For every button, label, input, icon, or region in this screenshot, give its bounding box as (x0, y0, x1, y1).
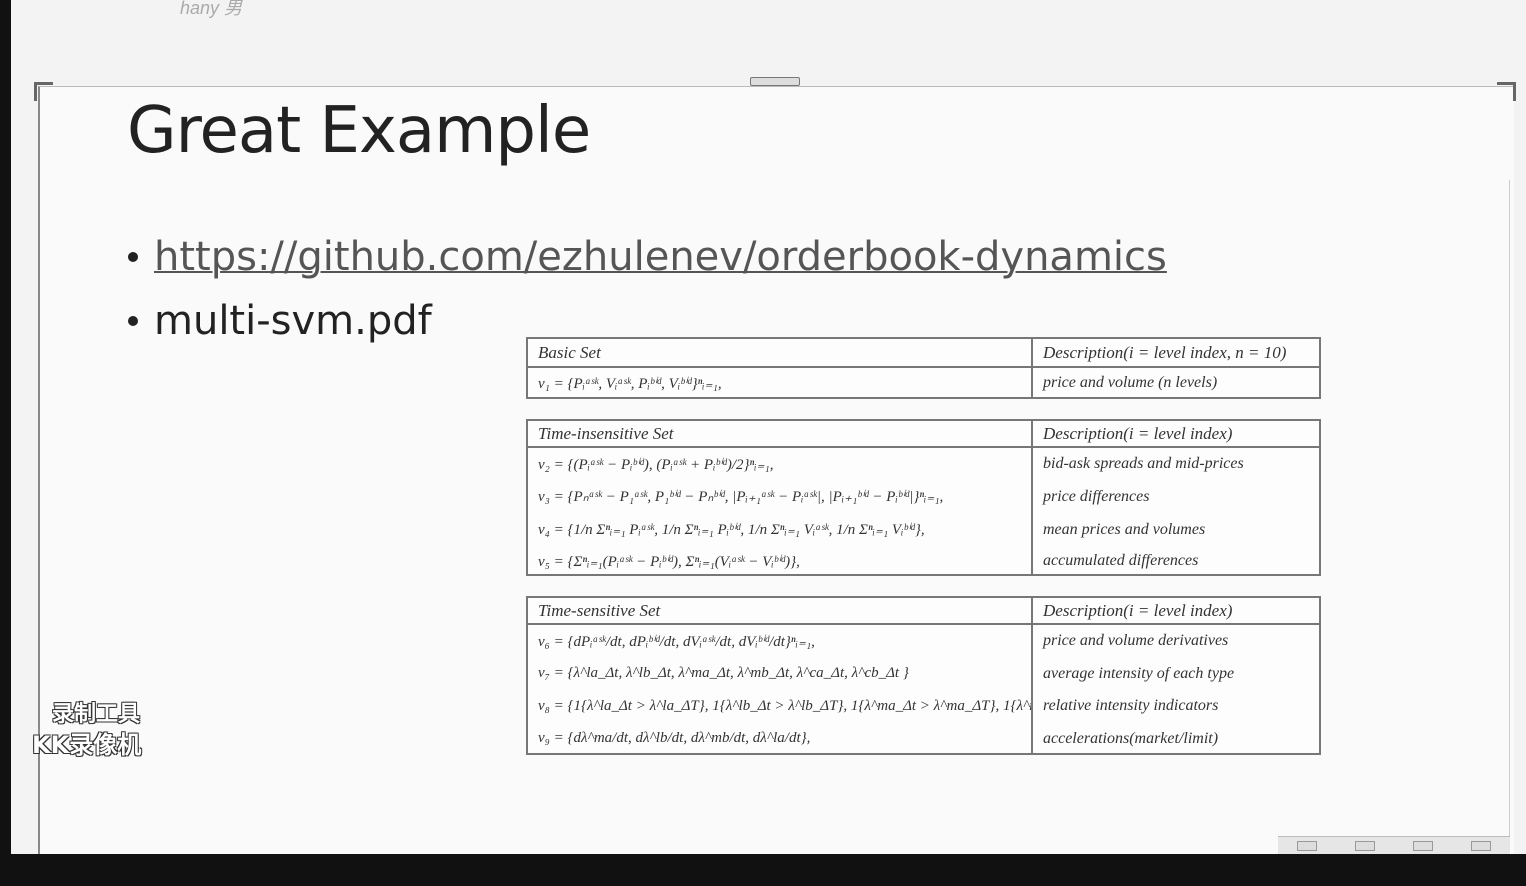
table-row: v₅ = {Σⁿᵢ₌₁(Pᵢᵃˢᵏ − Pᵢᵇⁱᵈ), Σⁿᵢ₌₁(Vᵢᵃˢᵏ … (528, 546, 1319, 576)
bullet-dot-icon (128, 252, 138, 262)
table-desc: relative intensity indicators (1043, 697, 1219, 714)
table-header-desc: Description(i = level index) (1043, 600, 1233, 620)
table-desc: accelerations(market/limit) (1043, 729, 1219, 747)
feature-table-time-insensitive: Time-insensitive Set Description(i = lev… (526, 419, 1321, 576)
slide-title: Great Example (127, 94, 591, 168)
slideshow-view-icon[interactable] (1471, 841, 1491, 851)
resize-handle-top[interactable] (750, 77, 800, 86)
table-header: Time-insensitive Set Description(i = lev… (528, 421, 1319, 448)
table-header-set: Basic Set (528, 339, 1033, 366)
table-formula: v₈ = {1{λ^la_Δt > λ^la_ΔT}, 1{λ^lb_Δt > … (528, 690, 1033, 722)
notes-view-icon[interactable] (1297, 841, 1317, 851)
table-formula: v₄ = {1/n Σⁿᵢ₌₁ Pᵢᵃˢᵏ, 1/n Σⁿᵢ₌₁ Pᵢᵇⁱᵈ, … (528, 513, 1033, 546)
screen: hany 男 Great Example https://github.com/… (0, 0, 1526, 886)
feature-table-time-sensitive: Time-sensitive Set Description(i = level… (526, 596, 1321, 755)
watermark-line-2: KK录像机 (32, 731, 142, 759)
github-link[interactable]: https://github.com/ezhulenev/orderbook-d… (154, 234, 1167, 280)
table-formula: v₅ = {Σⁿᵢ₌₁(Pᵢᵃˢᵏ − Pᵢᵇⁱᵈ), Σⁿᵢ₌₁(Vᵢᵃˢᵏ … (528, 546, 1033, 576)
sorter-view-icon[interactable] (1413, 841, 1433, 851)
table-desc: average intensity of each type (1043, 664, 1235, 682)
table-header-desc: Description(i = level index) (1043, 423, 1233, 443)
table-row: v₄ = {1/n Σⁿᵢ₌₁ Pᵢᵃˢᵏ, 1/n Σⁿᵢ₌₁ Pᵢᵇⁱᵈ, … (528, 513, 1319, 546)
table-desc: price and volume derivatives (1043, 632, 1229, 649)
table-row: v₃ = {Pₙᵃˢᵏ − P₁ᵃˢᵏ, P₁ᵇⁱᵈ − Pₙᵇⁱᵈ, |Pᵢ₊… (528, 480, 1319, 513)
table-row: v₁ = {Pᵢᵃˢᵏ, Vᵢᵃˢᵏ, Pᵢᵇⁱᵈ, Vᵢᵇⁱᵈ}ⁿᵢ₌₁, p… (528, 368, 1319, 398)
table-formula: v₃ = {Pₙᵃˢᵏ − P₁ᵃˢᵏ, P₁ᵇⁱᵈ − Pₙᵇⁱᵈ, |Pᵢ₊… (528, 480, 1033, 513)
table-formula: v₆ = {dPᵢᵃˢᵏ/dt, dPᵢᵇⁱᵈ/dt, dVᵢᵃˢᵏ/dt, d… (528, 625, 1033, 657)
table-header: Basic Set Description(i = level index, n… (528, 339, 1319, 368)
table-row: v₆ = {dPᵢᵃˢᵏ/dt, dPᵢᵇⁱᵈ/dt, dVᵢᵃˢᵏ/dt, d… (528, 625, 1319, 657)
table-row: v₈ = {1{λ^la_Δt > λ^la_ΔT}, 1{λ^lb_Δt > … (528, 690, 1319, 722)
background-ghost-text: hany 男 (180, 0, 243, 18)
table-formula: v₁ = {Pᵢᵃˢᵏ, Vᵢᵃˢᵏ, Pᵢᵇⁱᵈ, Vᵢᵇⁱᵈ}ⁿᵢ₌₁, (528, 368, 1033, 398)
table-header: Time-sensitive Set Description(i = level… (528, 598, 1319, 625)
bullet-item-link: https://github.com/ezhulenev/orderbook-d… (128, 234, 1167, 280)
table-header-set: Time-sensitive Set (528, 598, 1033, 623)
selection-corner-top-right[interactable] (1497, 82, 1516, 101)
table-desc: mean prices and volumes (1043, 520, 1206, 538)
watermark-line-1: 录制工具 (52, 702, 141, 727)
left-window-edge (0, 0, 11, 886)
view-toolbar (1278, 836, 1510, 855)
table-formula: v₂ = {(Pᵢᵃˢᵏ − Pᵢᵇⁱᵈ), (Pᵢᵃˢᵏ + Pᵢᵇⁱᵈ)/2… (528, 448, 1033, 480)
table-desc: accumulated differences (1043, 552, 1199, 569)
bullet-item-pdf: multi-svm.pdf (128, 298, 432, 344)
feature-table-basic: Basic Set Description(i = level index, n… (526, 337, 1321, 399)
table-desc: price and volume (n levels) (1043, 374, 1218, 391)
table-desc: price differences (1043, 487, 1150, 505)
selection-corner-top-left[interactable] (34, 82, 53, 101)
bottom-window-edge (0, 854, 1526, 886)
normal-view-icon[interactable] (1355, 841, 1375, 851)
table-formula: v₉ = {dλ^ma/dt, dλ^lb/dt, dλ^mb/dt, dλ^l… (528, 722, 1033, 755)
table-desc: bid-ask spreads and mid-prices (1043, 455, 1244, 472)
table-header-desc: Description(i = level index, n = 10) (1043, 342, 1287, 362)
table-header-set: Time-insensitive Set (528, 421, 1033, 446)
table-row: v₇ = {λ^la_Δt, λ^lb_Δt, λ^ma_Δt, λ^mb_Δt… (528, 657, 1319, 690)
bullet-dot-icon (128, 316, 138, 326)
recorder-watermark: 录制工具 KK录像机 (32, 700, 141, 760)
table-row: v₂ = {(Pᵢᵃˢᵏ − Pᵢᵇⁱᵈ), (Pᵢᵃˢᵏ + Pᵢᵇⁱᵈ)/2… (528, 448, 1319, 480)
table-row: v₉ = {dλ^ma/dt, dλ^lb/dt, dλ^mb/dt, dλ^l… (528, 722, 1319, 755)
bullet-text: multi-svm.pdf (154, 298, 432, 344)
table-formula: v₇ = {λ^la_Δt, λ^lb_Δt, λ^ma_Δt, λ^mb_Δt… (528, 657, 1033, 690)
slide-right-edge (1509, 180, 1516, 840)
